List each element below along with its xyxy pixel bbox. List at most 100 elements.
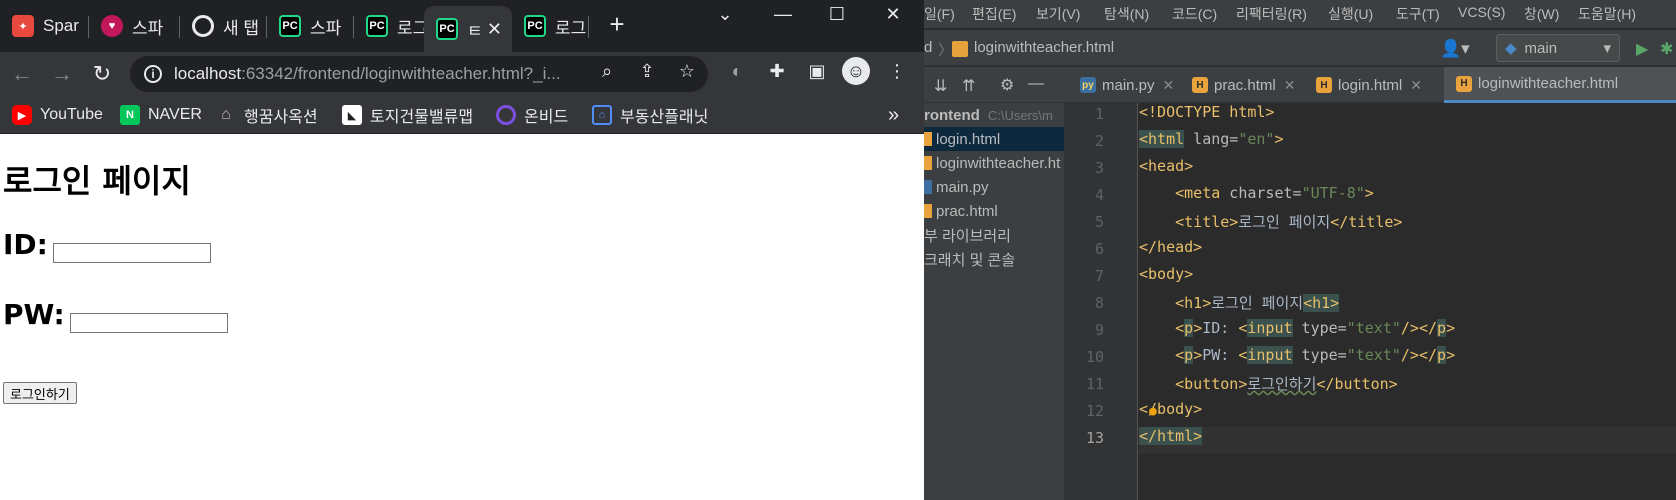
bookmark-onbid[interactable]: 온비드	[496, 103, 568, 127]
more-menu-icon[interactable]: ⋮	[886, 60, 908, 82]
collapse-all-icon[interactable]: ⇈	[962, 76, 975, 96]
hide-panel-icon[interactable]: —	[1028, 75, 1044, 93]
menu-run[interactable]: 실행(U)	[1328, 4, 1373, 24]
breadcrumb-file[interactable]: loginwithteacher.html	[974, 39, 1114, 56]
code-token: </button>	[1316, 375, 1398, 393]
id-label: ID:	[3, 228, 48, 261]
naver-icon: N	[120, 105, 140, 125]
code-token: 로그인하기	[1247, 375, 1317, 393]
html-file-icon	[952, 41, 968, 57]
project-root-label: rontend	[924, 106, 980, 124]
browser-tab-2[interactable]: ♥ 스파	[89, 8, 179, 44]
address-host: localhost	[174, 64, 242, 83]
new-tab-button[interactable]: +	[594, 9, 640, 39]
menu-code[interactable]: 코드(C)	[1172, 4, 1217, 24]
project-file-prac[interactable]: prac.html	[924, 199, 1064, 223]
line-number: 13	[1085, 429, 1104, 447]
tab-login-html[interactable]: H login.html ✕	[1316, 67, 1422, 103]
menu-help[interactable]: 도움말(H)	[1578, 4, 1636, 24]
browser-tab-7[interactable]: PC 로그	[512, 8, 588, 44]
debug-icon[interactable]: ✱	[1660, 39, 1673, 59]
planet-icon: ⌂	[592, 105, 612, 125]
menu-navigate[interactable]: 탐색(N)	[1104, 4, 1149, 24]
user-icon[interactable]: 👤▾	[1440, 39, 1470, 59]
share-icon[interactable]: ⇪	[636, 60, 658, 82]
menu-file[interactable]: 일(F)	[924, 4, 955, 24]
bookmark-star-icon[interactable]: ☆	[676, 60, 698, 82]
browser-tab-5[interactable]: PC 로그	[354, 8, 424, 44]
close-icon[interactable]: ✕	[1410, 77, 1422, 94]
pw-input[interactable]	[70, 313, 228, 333]
reload-icon[interactable]: ↻	[88, 60, 116, 88]
branch-selector[interactable]: ◆ main ▾	[1496, 34, 1620, 62]
menu-bar: 일(F) 편집(E) 보기(V) 탐색(N) 코드(C) 리팩터링(R) 실행(…	[924, 0, 1676, 28]
menu-window[interactable]: 창(W)	[1524, 4, 1559, 24]
project-file-login[interactable]: login.html	[924, 127, 1064, 151]
side-panel-icon[interactable]: ▣	[806, 60, 828, 82]
project-root[interactable]: rontend C:\Users\m	[924, 103, 1064, 127]
bookmark-valuemap[interactable]: ◣ 토지건물밸류맵	[342, 103, 473, 127]
tab-search-chevron-icon[interactable]: ⌄	[702, 0, 748, 28]
close-tab-icon[interactable]: ✕	[487, 19, 502, 40]
code-token: "en"	[1238, 130, 1275, 148]
tab-main-py[interactable]: py main.py ✕	[1080, 67, 1174, 103]
maximize-button[interactable]: ☐	[814, 0, 860, 28]
run-icon[interactable]: ▶	[1636, 39, 1648, 59]
intention-bulb-icon[interactable]: ●	[1149, 404, 1157, 419]
browser-tab-4[interactable]: PC 스파	[267, 8, 353, 44]
external-libraries[interactable]: 부 라이브러리	[924, 223, 1064, 247]
line-number: 3	[1094, 159, 1104, 177]
browser-tab-3[interactable]: 새 탭	[180, 8, 266, 44]
close-window-button[interactable]: ✕	[870, 0, 916, 28]
bookmark-naver[interactable]: N NAVER	[120, 103, 202, 127]
tab-loginwithteacher-html[interactable]: H loginwithteacher.html	[1444, 67, 1676, 103]
menu-refactor[interactable]: 리팩터링(R)	[1236, 4, 1307, 24]
minimize-button[interactable]: —	[760, 0, 806, 28]
tab-label: loginwithteacher.html	[1478, 75, 1619, 92]
browser-tab-1[interactable]: ✦ Spar	[0, 8, 88, 44]
bookmark-haengkkum[interactable]: ⌂ 행꿈사옥션	[216, 103, 317, 127]
address-bar[interactable]: i localhost :63342/frontend/loginwithtea…	[130, 56, 708, 92]
login-button[interactable]: 로그인하기	[3, 382, 77, 404]
settings-gear-icon[interactable]: ⚙	[1000, 75, 1014, 95]
code-token: <button>	[1139, 375, 1248, 393]
browser-tab-6-active[interactable]: PC ㅌ ✕	[424, 6, 512, 52]
close-icon[interactable]: ✕	[1163, 77, 1175, 94]
code-token: <meta	[1139, 184, 1221, 202]
expand-all-icon[interactable]: ⇊	[934, 76, 947, 96]
code-token: PW:	[1202, 346, 1239, 364]
html-file-icon: H	[1456, 75, 1472, 92]
extensions-puzzle-icon[interactable]: ✚	[766, 60, 788, 82]
page-content: 로그인 페이지 ID: PW: 로그인하기	[0, 134, 924, 500]
close-icon[interactable]: ✕	[1284, 77, 1296, 94]
bookmarks-overflow-button[interactable]: »	[888, 103, 899, 127]
profile-avatar[interactable]: ☺	[842, 57, 870, 85]
code-token: /></	[1400, 319, 1438, 337]
breadcrumb-project[interactable]: d	[924, 39, 932, 56]
scratches-and-consoles[interactable]: 크래치 및 콘솔	[924, 247, 1064, 271]
id-input[interactable]	[53, 243, 211, 263]
bookmark-youtube[interactable]: ▶ YouTube	[12, 103, 103, 127]
project-file-loginwithteacher[interactable]: loginwithteacher.ht	[924, 151, 1064, 175]
code-token: <h1>	[1139, 294, 1212, 312]
zoom-search-icon[interactable]: ⌕	[596, 60, 618, 82]
code-token: <!DOCTYPE html>	[1139, 103, 1275, 121]
site-info-icon[interactable]: i	[144, 65, 162, 83]
menu-tools[interactable]: 도구(T)	[1396, 4, 1440, 24]
menu-edit[interactable]: 편집(E)	[972, 4, 1016, 24]
line-number: 5	[1094, 213, 1104, 231]
tab-prac-html[interactable]: H prac.html ✕	[1192, 67, 1295, 103]
code-token: </html>	[1139, 427, 1203, 445]
forward-arrow-icon[interactable]: →	[48, 60, 76, 88]
code-editor[interactable]: <!DOCTYPE html> <html lang="en"> <head> …	[1139, 103, 1676, 500]
pycharm-icon: PC	[366, 15, 388, 37]
back-arrow-icon[interactable]: ←	[8, 60, 36, 88]
python-file-icon: py	[1080, 77, 1096, 93]
extension-k-icon[interactable]: ◐	[726, 60, 748, 82]
code-token: input	[1247, 319, 1293, 337]
project-file-main[interactable]: main.py	[924, 175, 1064, 199]
menu-view[interactable]: 보기(V)	[1036, 4, 1080, 24]
bookmark-planet[interactable]: ⌂ 부동산플래닛	[592, 103, 708, 127]
menu-vcs[interactable]: VCS(S)	[1458, 4, 1505, 20]
project-path: C:\Users\m	[987, 107, 1053, 123]
